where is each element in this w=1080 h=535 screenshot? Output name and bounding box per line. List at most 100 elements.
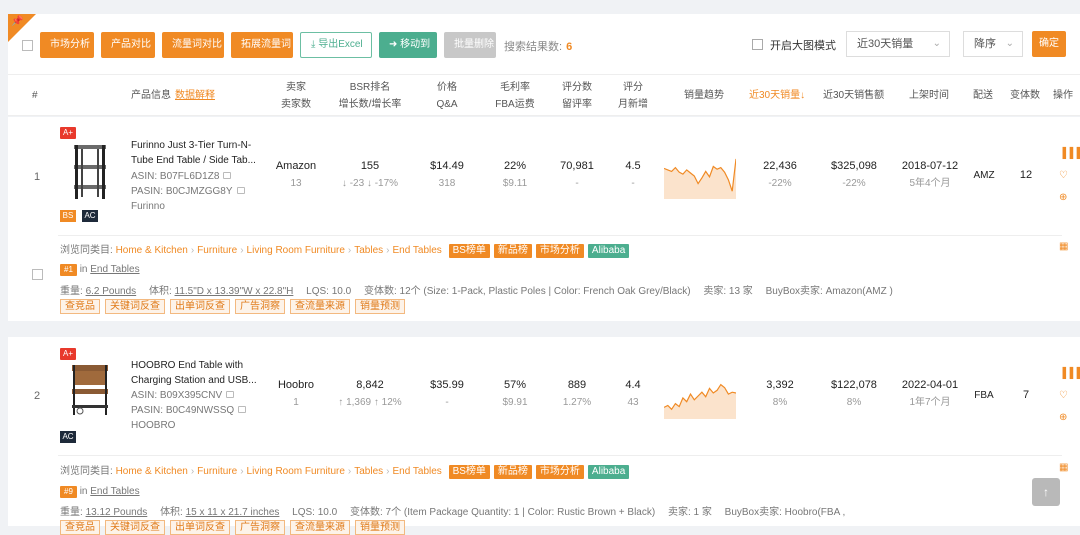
- price-cell: $14.49 318: [422, 158, 472, 192]
- rank-category-link[interactable]: End Tables: [90, 486, 139, 497]
- header-reviews[interactable]: 评分数 留评率: [560, 79, 594, 113]
- tool-links: 查竞品 关键词反查 出单词反查 广告洞察 查流量来源 销量预测: [60, 520, 410, 535]
- product-image[interactable]: [66, 361, 114, 421]
- pin-icon[interactable]: 📌: [11, 16, 23, 27]
- traffic-source-button[interactable]: 查流量来源: [290, 520, 350, 535]
- market-analysis-button[interactable]: 市场分析: [40, 32, 94, 58]
- copy-icon[interactable]: [238, 406, 247, 413]
- sellers-info[interactable]: 卖家: 1 家: [668, 507, 712, 518]
- product-title[interactable]: HOOBRO End Table with Charging Station an…: [131, 358, 269, 388]
- review-rate-value: -: [575, 178, 579, 189]
- big-image-checkbox[interactable]: [752, 39, 763, 50]
- category-link[interactable]: Living Room Furniture: [247, 245, 345, 256]
- header-margin[interactable]: 毛利率 FBA运费: [493, 79, 537, 113]
- calculator-icon[interactable]: ▦: [1059, 462, 1068, 473]
- listed-date: 2022-04-01: [901, 379, 959, 391]
- product-compare-button[interactable]: 产品对比: [101, 32, 155, 58]
- export-excel-button[interactable]: ⤓ 导出Excel: [300, 32, 372, 58]
- category-line: 浏览同类目: Home & Kitchen › Furniture › Living R…: [60, 241, 630, 258]
- header-rating[interactable]: 评分 月新增: [616, 79, 650, 113]
- copy-icon[interactable]: [226, 391, 235, 398]
- period-select[interactable]: 近30天销量 ⌄: [846, 31, 950, 57]
- rank-badge: #1: [60, 264, 77, 276]
- category-link[interactable]: Furniture: [197, 245, 237, 256]
- move-to-button[interactable]: ➜ 移动到: [379, 32, 437, 58]
- product-title-l1: Furinno Just 3-Tier Turn-N-: [131, 140, 252, 151]
- keyword-reverse-button[interactable]: 关键词反查: [105, 299, 165, 314]
- heart-icon[interactable]: ♡: [1059, 170, 1068, 181]
- row-checkbox[interactable]: [32, 269, 43, 280]
- copy-icon[interactable]: [236, 187, 245, 194]
- header-price[interactable]: 价格 Q&A: [430, 79, 464, 113]
- product-image[interactable]: [66, 141, 114, 201]
- ad-insight-button[interactable]: 广告洞察: [235, 299, 285, 314]
- order-word-reverse-button[interactable]: 出单词反查: [170, 299, 230, 314]
- category-link[interactable]: Home & Kitchen: [116, 466, 188, 477]
- alibaba-tag[interactable]: Alibaba: [587, 244, 630, 258]
- category-link[interactable]: Tables: [354, 466, 383, 477]
- new-list-tag[interactable]: 新品榜: [493, 244, 532, 258]
- batch-delete-button[interactable]: 批量删除: [444, 32, 496, 58]
- header-seller[interactable]: 卖家 卖家数: [280, 79, 312, 113]
- row-divider: [58, 455, 1062, 456]
- confirm-button[interactable]: 确定: [1032, 31, 1066, 57]
- market-analysis-tag[interactable]: 市场分析: [535, 465, 584, 479]
- rank-line: #9 in End Tables: [60, 486, 140, 498]
- alibaba-tag[interactable]: Alibaba: [587, 465, 630, 479]
- sales-forecast-button[interactable]: 销量预测: [355, 520, 405, 535]
- category-link[interactable]: End Tables: [393, 466, 442, 477]
- category-link[interactable]: End Tables: [393, 245, 442, 256]
- sales-forecast-button[interactable]: 销量预测: [355, 299, 405, 314]
- price-cell: $35.99 -: [422, 377, 472, 411]
- ad-insight-button[interactable]: 广告洞察: [235, 520, 285, 535]
- traffic-word-compare-button[interactable]: 流量词对比: [162, 32, 224, 58]
- header-sales30[interactable]: 近30天销量↓: [749, 87, 805, 104]
- rating-new-value: 43: [627, 397, 639, 408]
- settings-icon[interactable]: ⊕: [1059, 412, 1067, 423]
- reviews-cell: 889 1.27%: [552, 377, 602, 411]
- find-competitor-button[interactable]: 查竞品: [60, 299, 100, 314]
- revenue-value: $122,078: [831, 379, 877, 391]
- sales-trend-chart[interactable]: [664, 373, 736, 419]
- copy-icon[interactable]: [223, 172, 232, 179]
- keyword-reverse-button[interactable]: 关键词反查: [105, 520, 165, 535]
- heart-icon[interactable]: ♡: [1059, 390, 1068, 401]
- variant-info: 变体数: 7个 (Item Package Quantity: 1 | Colo…: [349, 507, 656, 518]
- header-product: 产品信息 数据解释: [131, 87, 215, 104]
- scroll-to-top-button[interactable]: ↑: [1032, 478, 1060, 506]
- settings-icon[interactable]: ⊕: [1059, 192, 1067, 203]
- category-link[interactable]: Furniture: [197, 466, 237, 477]
- bsr-change-value: -23: [349, 178, 365, 189]
- chart-icon[interactable]: ▐▐▐: [1059, 368, 1080, 379]
- margin-cell: 22% $9.11: [490, 158, 540, 192]
- header-bsr[interactable]: BSR排名 增长数/增长率: [338, 79, 402, 113]
- traffic-source-button[interactable]: 查流量来源: [290, 299, 350, 314]
- market-analysis-tag[interactable]: 市场分析: [535, 244, 584, 258]
- category-link[interactable]: Home & Kitchen: [116, 245, 188, 256]
- new-list-tag[interactable]: 新品榜: [493, 465, 532, 479]
- data-explain-link[interactable]: 数据解释: [175, 90, 215, 101]
- sellers-info[interactable]: 卖家: 13 家: [703, 286, 752, 297]
- sales-trend-chart[interactable]: [664, 153, 736, 199]
- asin: ASIN: B07FL6D1Z8: [131, 169, 232, 184]
- calculator-icon[interactable]: ▦: [1059, 241, 1068, 252]
- chart-icon[interactable]: ▐▐▐: [1059, 148, 1080, 159]
- header-variants[interactable]: 变体数: [1010, 87, 1040, 104]
- order-word-reverse-button[interactable]: 出单词反查: [170, 520, 230, 535]
- header-revenue30[interactable]: 近30天销售额: [823, 87, 884, 104]
- find-competitor-button[interactable]: 查竞品: [60, 520, 100, 535]
- rank-category-link[interactable]: End Tables: [90, 264, 139, 275]
- category-link[interactable]: Tables: [354, 245, 383, 256]
- bs-list-tag[interactable]: BS榜单: [448, 244, 490, 258]
- category-link[interactable]: Living Room Furniture: [247, 466, 345, 477]
- order-select[interactable]: 降序 ⌄: [963, 31, 1023, 57]
- product-title[interactable]: Furinno Just 3-Tier Turn-N- Tube End Tabl…: [131, 138, 269, 168]
- header-listed[interactable]: 上架时间: [909, 87, 949, 104]
- asin-text: ASIN: B07FL6D1Z8: [131, 171, 220, 182]
- category-line: 浏览同类目: Home & Kitchen › Furniture › Living R…: [60, 462, 630, 479]
- expand-traffic-word-button[interactable]: 拓展流量词: [231, 32, 293, 58]
- detail-line: 重量: 13.12 Pounds 体积: 15 x 11 x 21.7 inch…: [60, 503, 845, 518]
- select-all-checkbox[interactable]: [22, 40, 33, 51]
- bs-list-tag[interactable]: BS榜单: [448, 465, 490, 479]
- header-trend: 销量趋势: [684, 90, 724, 101]
